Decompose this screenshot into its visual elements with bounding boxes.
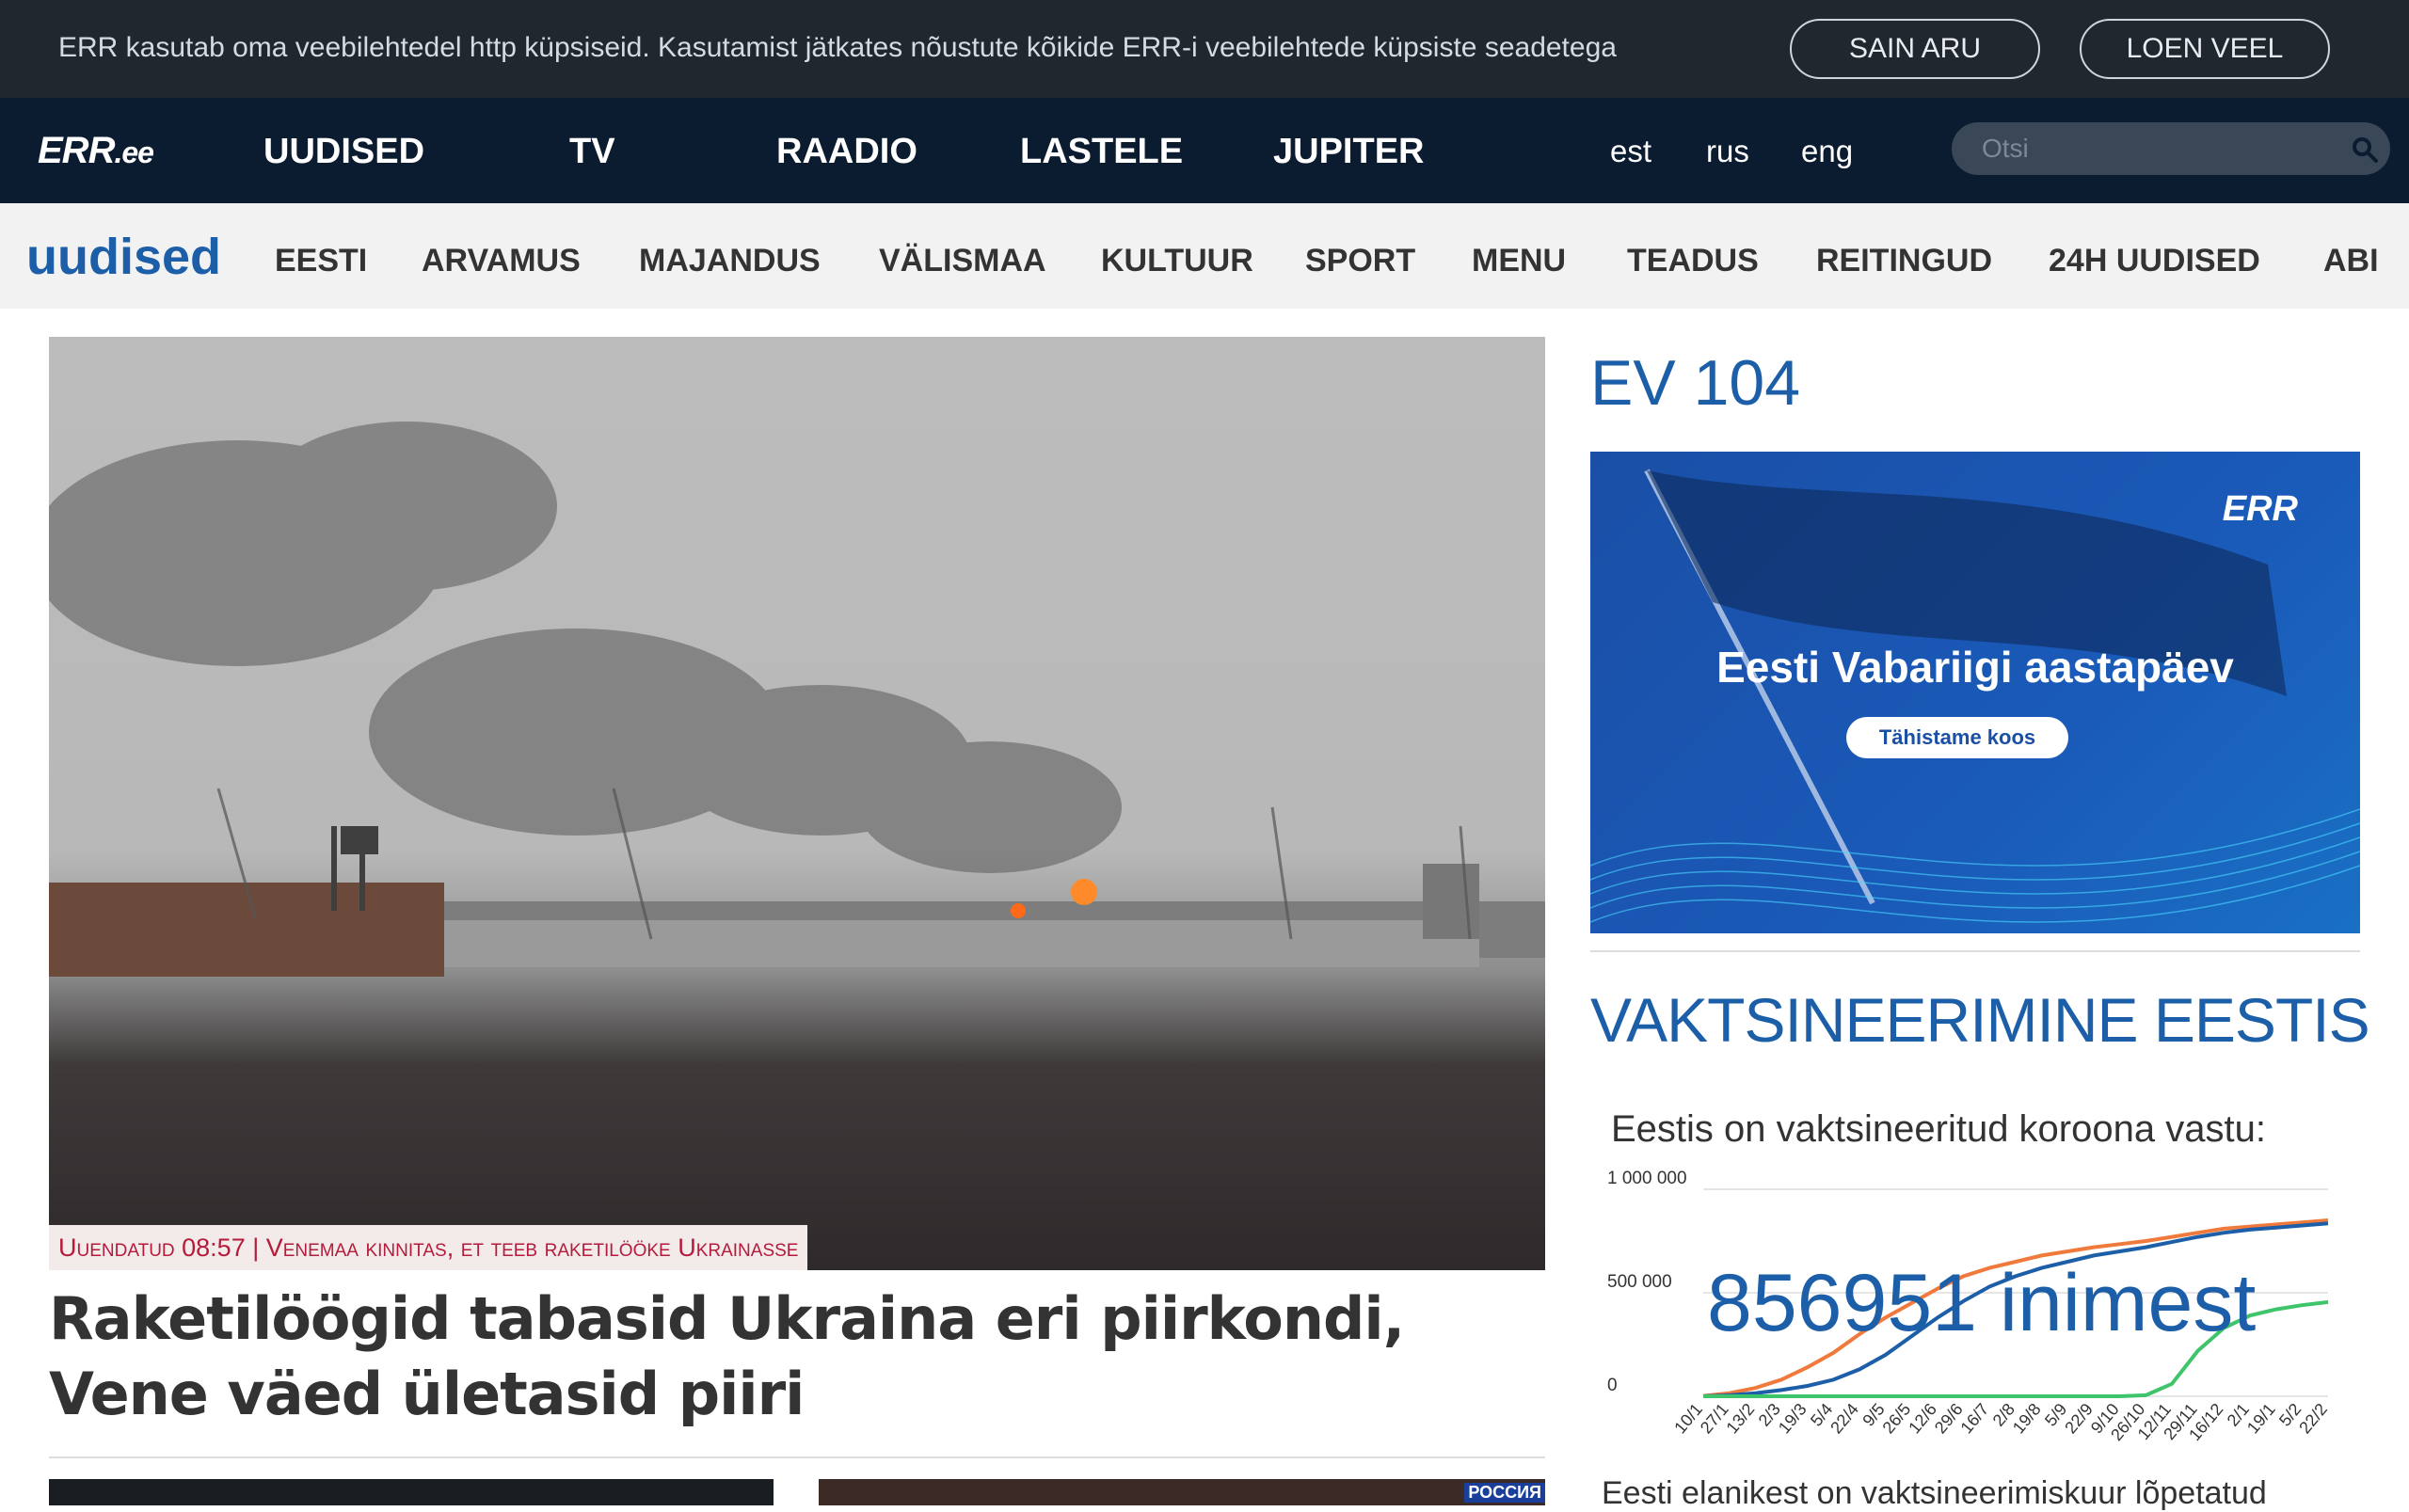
top-navigation: ERR.ee UUDISED TV RAADIO LASTELE JUPITER… — [0, 98, 2409, 203]
subnav-kultuur[interactable]: KULTUUR — [1101, 243, 1253, 279]
main-headline[interactable]: Raketilöögid tabasid Ukraina eri piirkon… — [49, 1281, 1517, 1432]
err-logo[interactable]: ERR.ee — [38, 130, 154, 172]
err-banner-logo: ERR — [2222, 489, 2298, 529]
nav-uudised[interactable]: UUDISED — [263, 132, 424, 172]
section-navigation: uudised EESTI ARVAMUS MAJANDUS VÄLISMAA … — [0, 203, 2409, 309]
x-tick-label: 22/9 — [2061, 1400, 2097, 1438]
banner-cta-button[interactable]: Tähistame koos — [1846, 717, 2068, 758]
cookie-accept-button[interactable]: SAIN ARU — [1790, 19, 2040, 79]
x-tick-label: 10/1 — [1670, 1400, 1706, 1438]
x-tick-label: 16/7 — [1957, 1400, 1993, 1438]
vaccinated-count: 856951 inimest — [1707, 1258, 2256, 1348]
cookie-text: ERR kasutab oma veebilehtedel http küpsi… — [58, 32, 1617, 63]
x-tick-label: 19/3 — [1775, 1400, 1811, 1438]
lang-eng[interactable]: eng — [1801, 134, 1853, 169]
search-input[interactable] — [1982, 130, 2339, 167]
hero-image[interactable]: Uuendatud 08:57 | Venemaa kinnitas, et t… — [49, 337, 1545, 1270]
subnav-menu[interactable]: MENU — [1472, 243, 1566, 279]
content-divider — [49, 1456, 1545, 1458]
section-brand[interactable]: uudised — [26, 228, 221, 286]
article-thumbnail[interactable]: РОССИЯ — [819, 1479, 1545, 1505]
x-tick-label: 13/2 — [1723, 1400, 1759, 1438]
lang-est[interactable]: est — [1610, 134, 1651, 169]
x-tick-label: 22/2 — [2295, 1400, 2331, 1438]
nav-raadio[interactable]: RAADIO — [776, 132, 917, 172]
y-tick-label: 0 — [1607, 1376, 1618, 1395]
subnav-reitingud[interactable]: REITINGUD — [1816, 243, 1992, 279]
x-tick-label: 22/4 — [1827, 1400, 1862, 1438]
search-icon[interactable] — [2351, 135, 2379, 164]
subnav-eesti[interactable]: EESTI — [275, 243, 367, 279]
ev-banner[interactable]: ERR Eesti Vabariigi aastapäev Tähistame … — [1590, 452, 2360, 933]
search-box — [1952, 122, 2390, 175]
lang-rus[interactable]: rus — [1706, 134, 1749, 169]
x-tick-label: 19/1 — [2243, 1400, 2279, 1438]
banner-title: Eesti Vabariigi aastapäev — [1716, 643, 2234, 692]
x-tick-label: 27/1 — [1697, 1400, 1732, 1438]
vaccination-chart: 1 000 000500 000010/127/113/22/319/35/42… — [1607, 1169, 2331, 1444]
subnav-24h-uudised[interactable]: 24H UUDISED — [2049, 243, 2260, 279]
nav-tv[interactable]: TV — [569, 132, 615, 172]
subnav-sport[interactable]: SPORT — [1305, 243, 1415, 279]
vaccination-title: VAKTSINEERIMINE EESTIS — [1590, 985, 2370, 1055]
y-tick-label: 500 000 — [1607, 1272, 1672, 1292]
thumbnail-tag: РОССИЯ — [1464, 1483, 1545, 1503]
cookie-more-button[interactable]: LOEN VEEL — [2080, 19, 2330, 79]
vaccination-subtitle: Eestis on vaktsineeritud koroona vastu: — [1611, 1108, 2266, 1150]
nav-lastele[interactable]: LASTELE — [1020, 132, 1183, 172]
x-tick-label: 12/6 — [1905, 1400, 1940, 1438]
subnav-arvamus[interactable]: ARVAMUS — [422, 243, 581, 279]
subnav-majandus[interactable]: MAJANDUS — [639, 243, 821, 279]
x-tick-label: 19/8 — [2009, 1400, 2045, 1438]
nav-jupiter[interactable]: JUPITER — [1273, 132, 1424, 172]
ev-section-title: EV 104 — [1590, 347, 1801, 419]
x-tick-label: 29/6 — [1931, 1400, 1967, 1438]
sidebar-divider — [1590, 950, 2360, 952]
article-thumbnail[interactable] — [49, 1479, 774, 1505]
vaccination-course-text: Eesti elanikest on vaktsineerimiskuur lõ… — [1602, 1475, 2267, 1511]
x-tick-label: 26/5 — [1879, 1400, 1915, 1438]
subnav-teadus[interactable]: TEADUS — [1627, 243, 1759, 279]
hero-photo — [49, 422, 1545, 977]
hero-caption-label[interactable]: Uuendatud 08:57 | Venemaa kinnitas, et t… — [49, 1225, 808, 1270]
subnav-valismaa[interactable]: VÄLISMAA — [879, 243, 1046, 279]
cookie-banner: ERR kasutab oma veebilehtedel http küpsi… — [0, 0, 2409, 98]
y-tick-label: 1 000 000 — [1607, 1169, 1687, 1188]
subnav-abi[interactable]: ABI — [2323, 243, 2379, 279]
